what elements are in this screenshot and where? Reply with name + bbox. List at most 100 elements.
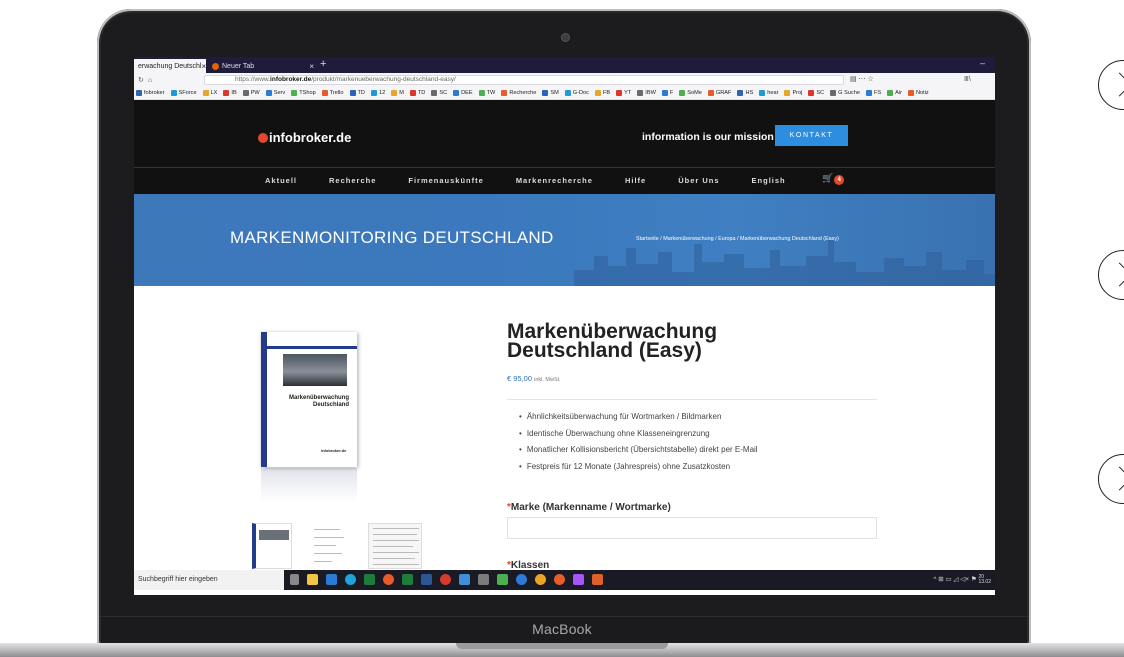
product-price: € 95,00 inkl. MwSt.: [507, 374, 561, 383]
next-arrow-icon[interactable]: [1098, 454, 1124, 504]
bookmark-item[interactable]: G Suche: [830, 90, 860, 96]
chrome-icon[interactable]: [535, 574, 546, 585]
address-field[interactable]: https://www.infobroker.de/produkt/marken…: [204, 75, 844, 85]
firefox-icon[interactable]: [383, 574, 394, 585]
taskbar-search-input[interactable]: Suchbegriff hier eingeben: [134, 570, 284, 590]
menu-item-aktuell[interactable]: Aktuell: [265, 176, 297, 185]
bookmark-icon: [594, 90, 601, 96]
bookmark-item[interactable]: TW: [478, 90, 495, 96]
close-icon[interactable]: ×: [201, 62, 206, 71]
bookmark-label: F: [669, 90, 674, 96]
menu-item-english[interactable]: English: [752, 176, 786, 185]
bookmark-label: TD: [417, 90, 426, 96]
bookmark-item[interactable]: PW: [242, 90, 260, 96]
system-tray: ^ ⊞ ▭ ◿ ◁× ⚑ 20 13.02: [933, 575, 991, 585]
bookmark-item[interactable]: TD: [349, 90, 365, 96]
laptop-notch: [456, 643, 668, 649]
bookmark-icon: [707, 90, 714, 96]
settings-icon[interactable]: [478, 574, 489, 585]
bookmark-item[interactable]: TShop: [291, 90, 316, 96]
bookmark-item[interactable]: SoMe: [679, 90, 702, 96]
edge-icon[interactable]: [345, 574, 356, 585]
url-prefix: https://www.: [235, 76, 271, 83]
notepad-icon[interactable]: [497, 574, 508, 585]
bookmark-item[interactable]: M: [391, 90, 404, 96]
menu-item-hilfe[interactable]: Hilfe: [625, 176, 646, 185]
bookmark-item[interactable]: SForce: [170, 90, 197, 96]
app-icon[interactable]: [592, 574, 603, 585]
bookmark-item[interactable]: SC: [808, 90, 824, 96]
explorer-icon[interactable]: [307, 574, 318, 585]
bookmark-item[interactable]: LX: [202, 90, 217, 96]
bookmark-item[interactable]: Recherche: [501, 90, 536, 96]
app-icon[interactable]: [573, 574, 584, 585]
bookmark-icon: [370, 90, 377, 96]
bookmark-item[interactable]: fobroker: [136, 90, 165, 96]
bookmark-item[interactable]: DEE: [453, 90, 473, 96]
bookmark-item[interactable]: 12: [370, 90, 385, 96]
marke-label: *Marke (Markenname / Wortmarke): [507, 502, 671, 513]
bookmark-item[interactable]: IBW: [637, 90, 656, 96]
bookmark-icon: [453, 90, 460, 96]
spreadsheet-icon[interactable]: [402, 574, 413, 585]
new-tab-icon[interactable]: +: [320, 58, 326, 70]
clock[interactable]: 20 13.02: [978, 575, 991, 585]
feature-list: Ähnlichkeitsüberwachung für Wortmarken /…: [519, 409, 758, 475]
bookmark-item[interactable]: F: [661, 90, 674, 96]
bookmark-item[interactable]: YT: [616, 90, 631, 96]
bookmark-item[interactable]: FB: [594, 90, 610, 96]
thumbnail-2[interactable]: [310, 523, 350, 569]
bookmark-item[interactable]: Air: [887, 90, 902, 96]
bookmark-item[interactable]: G-Doc: [564, 90, 589, 96]
thumbnail-3[interactable]: [368, 523, 422, 569]
thumbnail-1[interactable]: [252, 523, 292, 569]
bookmark-item[interactable]: Serv: [265, 90, 285, 96]
bookmark-item[interactable]: Notiz: [907, 90, 929, 96]
bookmark-label: FS: [873, 90, 882, 96]
marke-input[interactable]: [507, 517, 877, 539]
bookmark-item[interactable]: SC: [431, 90, 447, 96]
mail-icon[interactable]: [326, 574, 337, 585]
bookmark-item[interactable]: hear: [759, 90, 778, 96]
tab-active[interactable]: erwachung Deutschl ×: [134, 59, 206, 73]
close-icon[interactable]: ×: [309, 62, 314, 71]
page-actions-icon[interactable]: ▤ ⋯ ☆: [850, 75, 874, 83]
tab-new[interactable]: Neuer Tab ×: [208, 59, 318, 73]
reload-icon[interactable]: ↻: [138, 76, 144, 84]
app-icon[interactable]: [516, 574, 527, 585]
bookmark-item[interactable]: Trello: [321, 90, 344, 96]
opera-icon[interactable]: [440, 574, 451, 585]
bookmark-label: YT: [624, 90, 632, 96]
bookmark-item[interactable]: HS: [737, 90, 753, 96]
kontakt-button[interactable]: KONTAKT: [775, 125, 848, 146]
next-arrow-icon[interactable]: [1098, 250, 1124, 300]
task-view-icon[interactable]: [290, 574, 299, 585]
library-icon[interactable]: Ⅲ\: [964, 75, 971, 83]
bookmark-item[interactable]: IB: [223, 90, 237, 96]
bookmark-item[interactable]: GRAF: [707, 90, 731, 96]
bookmark-item[interactable]: Proj: [784, 90, 802, 96]
firefox-icon[interactable]: [554, 574, 565, 585]
excel-icon[interactable]: [364, 574, 375, 585]
menu-item-recherche[interactable]: Recherche: [329, 176, 376, 185]
site-logo[interactable]: infobroker.de: [258, 130, 351, 145]
next-arrow-icon[interactable]: [1098, 60, 1124, 110]
menu-item-markenrecherche[interactable]: Markenrecherche: [516, 176, 593, 185]
bookmark-item[interactable]: TD: [409, 90, 426, 96]
feature-item: Festpreis für 12 Monate (Jahrespreis) oh…: [519, 459, 758, 476]
bookmark-item[interactable]: SM: [542, 90, 559, 96]
tray-icons[interactable]: ^ ⊞ ▭ ◿ ◁× ⚑: [933, 576, 976, 583]
minimize-icon[interactable]: –: [980, 58, 985, 68]
menu-item-ueber-uns[interactable]: Über Uns: [678, 176, 719, 185]
mission-text: information is our mission: [642, 131, 774, 143]
thumb-line: [314, 537, 344, 538]
word-icon[interactable]: [421, 574, 432, 585]
home-icon[interactable]: ⌂: [148, 77, 152, 84]
bookmark-label: SoMe: [687, 90, 702, 96]
menu-item-firmenauskuenfte[interactable]: Firmenauskünfte: [408, 176, 483, 185]
product-image[interactable]: Markenüberwachung Deutschland infobroker…: [261, 332, 357, 467]
breadcrumb[interactable]: Startseite / Markenüberwachung / Europa …: [636, 236, 839, 242]
cart-link[interactable]: 🛒 4: [822, 173, 845, 185]
app-icon[interactable]: [459, 574, 470, 585]
bookmark-item[interactable]: FS: [865, 90, 882, 96]
